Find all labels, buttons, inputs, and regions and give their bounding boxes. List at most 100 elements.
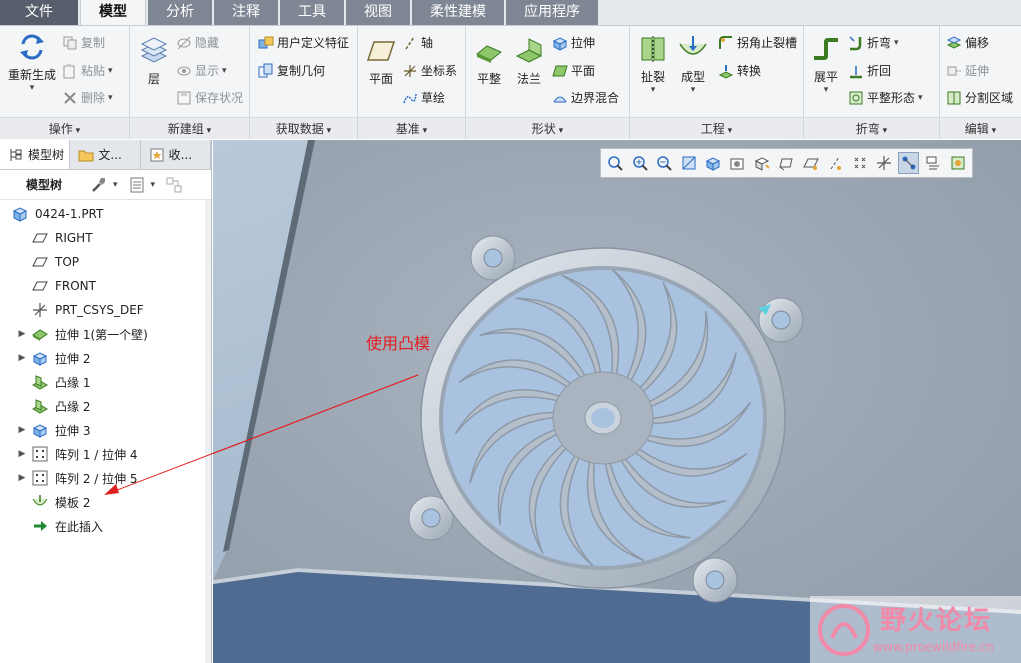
datum-plane-icon <box>32 257 48 267</box>
tab-applications[interactable]: 应用程序 <box>506 0 598 25</box>
paste-icon <box>63 63 75 78</box>
offset-button[interactable]: 偏移 <box>946 34 989 51</box>
axis-button[interactable]: 轴 <box>402 34 433 51</box>
copy-geometry-button[interactable]: 复制几何 <box>258 62 325 79</box>
layer-button[interactable]: 层 <box>136 36 172 87</box>
tab-file[interactable]: 文件 <box>0 0 78 25</box>
spin-center-button[interactable] <box>898 152 920 174</box>
copy-button[interactable]: 复制 <box>62 34 105 51</box>
group-label-editing[interactable]: 编辑 <box>940 117 1021 139</box>
hide-button[interactable]: 隐藏 <box>176 34 219 51</box>
corner-relief-label: 拐角止裂槽 <box>737 36 798 50</box>
boundary-blend-button[interactable]: 边界混合 <box>552 89 619 106</box>
tree-node-top[interactable]: TOP <box>0 250 206 274</box>
tab-analysis[interactable]: 分析 <box>148 0 212 25</box>
tree-node-form-2[interactable]: 模板 2 <box>0 490 206 514</box>
split-area-button[interactable]: 分割区域 <box>946 89 1013 106</box>
tab-annotate[interactable]: 注释 <box>214 0 278 25</box>
settings-dropdown-icon[interactable]: ▾ <box>113 180 118 190</box>
tree-node-label: FRONT <box>55 279 96 293</box>
show-options-icon[interactable] <box>128 176 146 194</box>
expand-arrow-icon[interactable]: ▶ <box>16 329 28 339</box>
tree-node-part[interactable]: 0424-1.PRT <box>0 202 206 226</box>
udf-button[interactable]: 用户定义特征 <box>258 34 349 51</box>
copy-icon <box>63 36 77 49</box>
bend-back-icon <box>850 65 862 78</box>
bend-button[interactable]: 折弯 ▾ <box>848 34 899 51</box>
csys-display-button[interactable] <box>874 152 894 174</box>
flange-button[interactable]: 法兰 <box>512 36 546 87</box>
refit-button[interactable] <box>605 152 625 174</box>
axis-display-button[interactable] <box>825 152 845 174</box>
view-manager-button[interactable] <box>752 152 772 174</box>
group-label-operations[interactable]: 操作 <box>0 117 129 139</box>
appearance-button[interactable] <box>947 152 967 174</box>
extend-button[interactable]: 延伸 <box>946 62 989 79</box>
csys-button[interactable]: 坐标系 <box>402 62 457 79</box>
group-label-new-group[interactable]: 新建组 <box>130 117 249 139</box>
saved-views-button[interactable] <box>727 152 747 174</box>
convert-button[interactable]: 转换 <box>718 62 761 79</box>
tree-node-flange-1[interactable]: 凸缘 1 <box>0 370 206 394</box>
tree-node-pattern-2[interactable]: ▶ 阵列 2 / 拉伸 5 <box>0 466 206 490</box>
tab-folder-browser[interactable]: 文... <box>70 140 141 169</box>
save-state-button[interactable]: 保存状况 <box>176 89 243 106</box>
filter-icon[interactable] <box>165 176 183 194</box>
sketch-button[interactable]: 草绘 <box>402 89 445 106</box>
annotation-display-button[interactable] <box>923 152 943 174</box>
expand-arrow-icon[interactable]: ▶ <box>16 353 28 363</box>
tree-node-extrude-1[interactable]: ▶ 拉伸 1(第一个壁) <box>0 322 206 346</box>
tree-node-csys[interactable]: PRT_CSYS_DEF <box>0 298 206 322</box>
settings-tools-icon[interactable] <box>90 176 108 194</box>
point-display-button[interactable] <box>850 152 870 174</box>
graphics-viewport[interactable]: 使用凸模 <box>213 140 1021 663</box>
tab-tools[interactable]: 工具 <box>280 0 344 25</box>
group-label-datum[interactable]: 基准 <box>358 117 465 139</box>
show-options-dropdown-icon[interactable]: ▾ <box>151 180 156 190</box>
tab-view[interactable]: 视图 <box>346 0 410 25</box>
unbend-button[interactable]: 展平 ▾ <box>808 34 844 95</box>
delete-label: 删除 <box>81 91 106 105</box>
expand-arrow-icon[interactable]: ▶ <box>16 449 28 459</box>
tree-node-flange-2[interactable]: 凸缘 2 <box>0 394 206 418</box>
group-label-bends[interactable]: 折弯 <box>804 117 939 139</box>
expand-arrow-icon[interactable]: ▶ <box>16 425 28 435</box>
rip-label: 扯裂 <box>640 70 665 84</box>
expand-arrow-icon[interactable]: ▶ <box>16 473 28 483</box>
datum-display-button[interactable] <box>801 152 821 174</box>
extrude-button[interactable]: 拉伸 <box>552 34 595 51</box>
planar-button[interactable]: 平面 <box>552 62 595 79</box>
tab-flexible-modeling[interactable]: 柔性建模 <box>412 0 504 25</box>
form-button[interactable]: 成型 ▾ <box>676 34 710 95</box>
perspective-button[interactable] <box>776 152 796 174</box>
corner-relief-button[interactable]: 拐角止裂槽 <box>718 34 797 51</box>
zoom-in-button[interactable] <box>629 152 649 174</box>
tree-node-front[interactable]: FRONT <box>0 274 206 298</box>
repaint-button[interactable] <box>678 152 698 174</box>
flange-icon <box>515 38 543 63</box>
group-label-get-data[interactable]: 获取数据 <box>250 117 357 139</box>
plane-button[interactable]: 平面 <box>362 36 400 87</box>
tree-node-right[interactable]: RIGHT <box>0 226 206 250</box>
flat-wall-button[interactable]: 平整 <box>472 36 506 87</box>
tab-model[interactable]: 模型 <box>80 0 146 25</box>
rip-button[interactable]: 扯裂 ▾ <box>636 34 670 95</box>
display-style-button[interactable] <box>703 152 723 174</box>
tab-favorites[interactable]: 收... <box>141 140 211 169</box>
delete-button[interactable]: 删除 ▾ <box>62 89 113 106</box>
group-label-shapes[interactable]: 形状 <box>466 117 629 139</box>
boundary-blend-icon <box>553 96 567 102</box>
flatten-form-button[interactable]: 平整形态 ▾ <box>848 89 923 106</box>
tree-node-extrude-2[interactable]: ▶ 拉伸 2 <box>0 346 206 370</box>
tree-node-extrude-3[interactable]: ▶ 拉伸 3 <box>0 418 206 442</box>
show-button[interactable]: 显示 ▾ <box>176 62 227 79</box>
bend-back-button[interactable]: 折回 <box>848 62 891 79</box>
zoom-out-button[interactable] <box>654 152 674 174</box>
tree-node-pattern-1[interactable]: ▶ 阵列 1 / 拉伸 4 <box>0 442 206 466</box>
tab-model-tree[interactable]: 模型树 <box>0 140 71 169</box>
regenerate-button[interactable]: 重新生成 ▾ <box>4 32 60 93</box>
paste-button[interactable]: 粘贴 ▾ <box>62 62 113 79</box>
tree-node-insert-here[interactable]: 在此插入 <box>0 514 206 538</box>
model-tree-scrollbar[interactable] <box>205 200 211 663</box>
group-label-engineering[interactable]: 工程 <box>630 117 803 139</box>
